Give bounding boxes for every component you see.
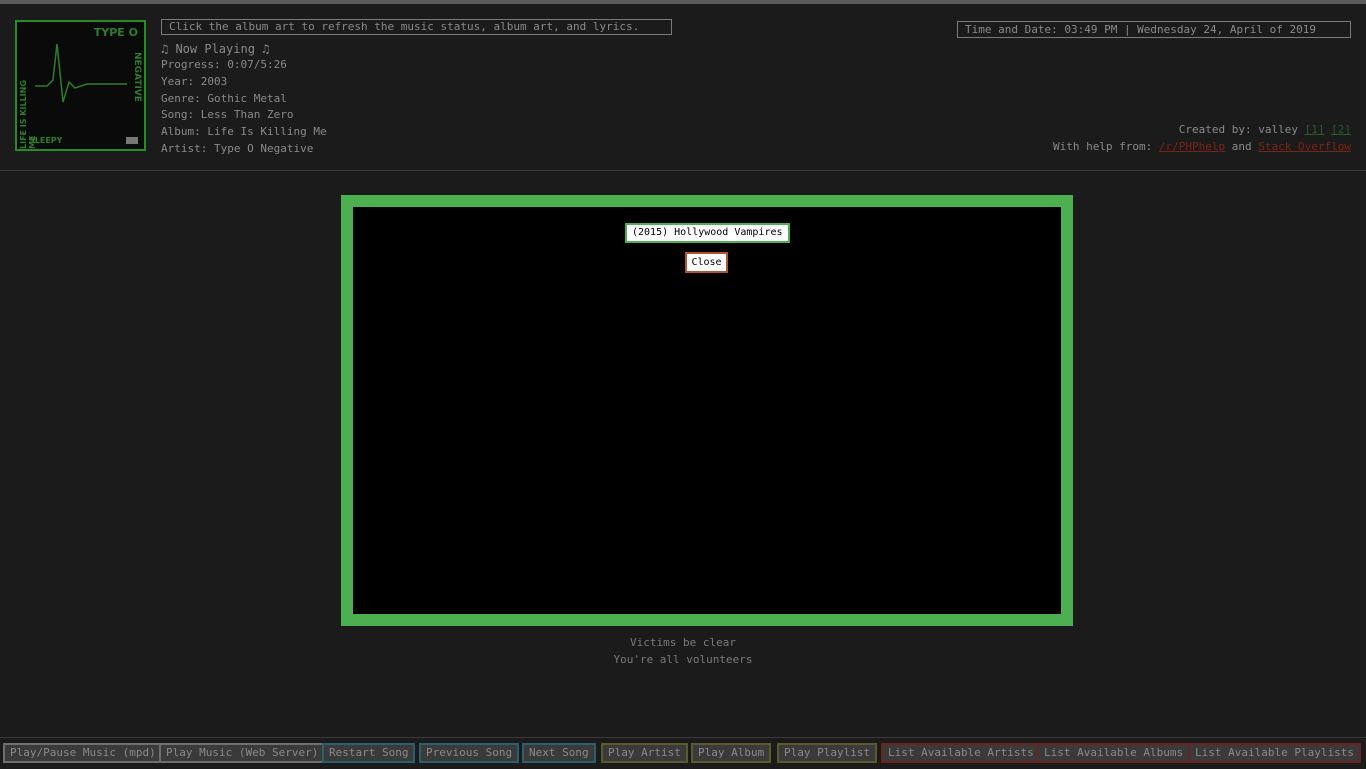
creator-link-2[interactable]: [2]	[1331, 123, 1351, 136]
refresh-hint: Click the album art to refresh the music…	[161, 19, 672, 35]
status-year: Year: 2003	[161, 74, 228, 88]
list-albums-button[interactable]: List Available Albums	[1037, 743, 1191, 763]
status-progress: Progress: 0:07/5:26	[161, 58, 287, 71]
header: TYPE O NEGATIVE LIFE IS KILLING ME SLEEP…	[0, 4, 1366, 171]
phphelp-link[interactable]: /r/PHPhelp	[1159, 140, 1225, 153]
play-playlist-button[interactable]: Play Playlist	[777, 743, 878, 763]
lyrics-line: You're all volunteers	[613, 653, 753, 666]
control-bar: Play/Pause Music (mpd) Play Music (Web S…	[0, 737, 1366, 769]
play-music-web-server-button[interactable]: Play Music (Web Server)	[159, 743, 326, 763]
help-from-text: With help from:	[1052, 140, 1153, 153]
previous-song-button[interactable]: Previous Song	[419, 743, 520, 763]
album-art-button[interactable]: TYPE O NEGATIVE LIFE IS KILLING ME SLEEP…	[15, 20, 146, 151]
album-modal: (2015) Hollywood Vampires Close	[341, 195, 1073, 626]
next-song-button[interactable]: Next Song	[522, 743, 596, 763]
album-art-band-name: TYPE O	[93, 26, 138, 39]
credits: Created by: valley [1] [2] With help fro…	[1053, 121, 1351, 155]
album-modal-body: (2015) Hollywood Vampires Close	[353, 207, 1061, 614]
stack-overflow-link[interactable]: Stack Overflow	[1258, 140, 1351, 153]
list-playlists-button[interactable]: List Available Playlists	[1188, 743, 1361, 763]
created-by-text: Created by: valley	[1178, 123, 1298, 136]
status-album: Album: Life Is Killing Me	[161, 125, 327, 139]
parental-advisory-icon	[126, 137, 138, 144]
play-artist-button[interactable]: Play Artist	[601, 743, 688, 763]
help-and-text: and	[1231, 140, 1252, 153]
list-artists-button[interactable]: List Available Artists	[881, 743, 1041, 763]
album-art-side-text: NEGATIVE	[132, 52, 142, 102]
time-and-date: Time and Date: 03:49 PM | Wednesday 24, …	[957, 21, 1351, 38]
lyrics-line: Victims be clear	[630, 636, 736, 649]
status-song: Song: Less Than Zero	[161, 108, 294, 122]
play-pause-mpd-button[interactable]: Play/Pause Music (mpd)	[3, 743, 163, 763]
close-button[interactable]: Close	[685, 252, 728, 273]
restart-song-button[interactable]: Restart Song	[322, 743, 416, 763]
play-album-button[interactable]: Play Album	[691, 743, 772, 763]
album-option-button[interactable]: (2015) Hollywood Vampires	[625, 223, 790, 243]
lyrics: Victims be clear You're all volunteers	[0, 634, 1366, 668]
status-artist: Artist: Type O Negative	[161, 141, 314, 155]
music-status: Progress: 0:07/5:26 Year: 2003 Genre: Go…	[161, 57, 327, 158]
album-art-bottom-text: SLEEPY	[29, 136, 63, 145]
creator-link-1[interactable]: [1]	[1305, 123, 1325, 136]
now-playing-heading: ♫ Now Playing ♫	[161, 42, 270, 56]
status-genre: Genre: Gothic Metal	[161, 91, 287, 105]
